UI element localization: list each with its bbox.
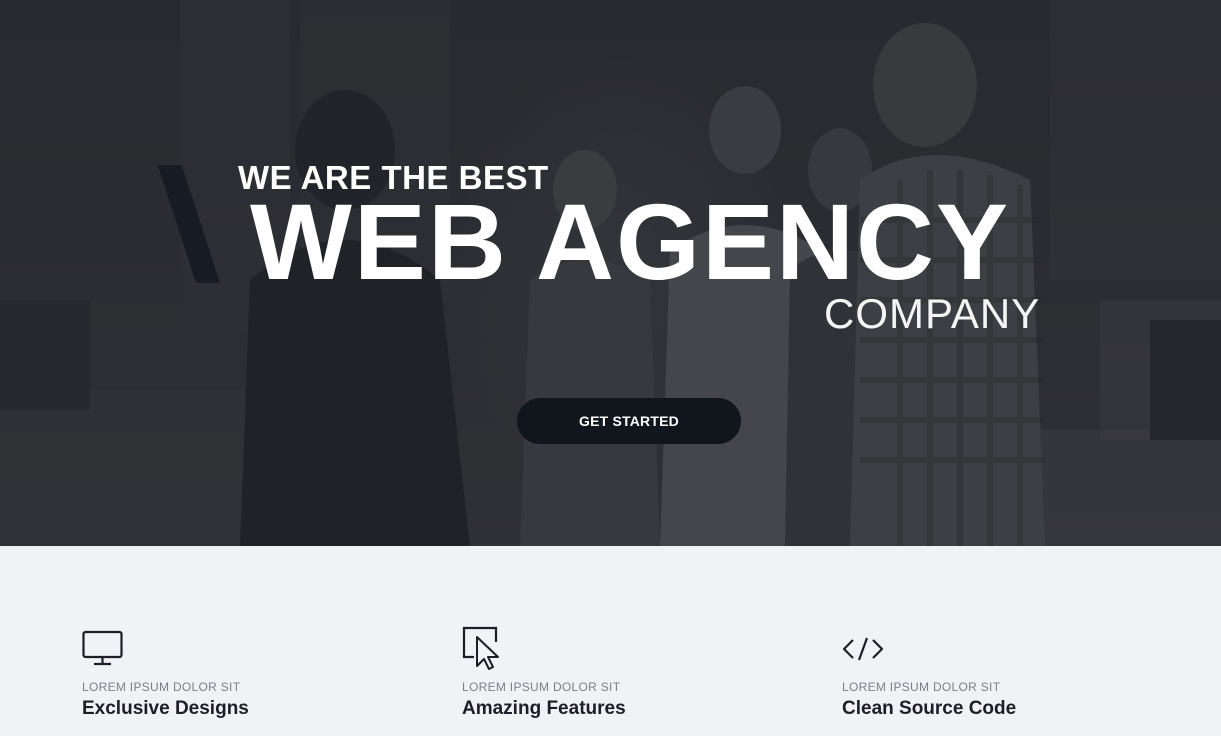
feature-title: Exclusive Designs — [82, 698, 249, 719]
feature-item: LOREM IPSUM DOLOR SIT Exclusive Designs — [82, 626, 412, 736]
feature-eyebrow: LOREM IPSUM DOLOR SIT — [462, 680, 621, 694]
hero-section: WE ARE THE BEST WEB AGENCY COMPANY GET S… — [0, 0, 1221, 546]
feature-item: LOREM IPSUM DOLOR SIT Clean Source Code — [842, 626, 1172, 736]
feature-item: LOREM IPSUM DOLOR SIT Amazing Features — [462, 626, 792, 736]
cursor-icon — [462, 626, 499, 670]
feature-title: Clean Source Code — [842, 698, 1017, 719]
code-icon — [842, 637, 884, 661]
feature-eyebrow: LOREM IPSUM DOLOR SIT — [842, 680, 1001, 694]
monitor-icon — [82, 630, 123, 666]
hero-subtitle: COMPANY — [824, 290, 1041, 337]
feature-title: Amazing Features — [462, 698, 626, 719]
features-section: LOREM IPSUM DOLOR SIT Exclusive Designs … — [0, 546, 1221, 734]
get-started-button[interactable]: GET STARTED — [517, 398, 741, 444]
feature-eyebrow: LOREM IPSUM DOLOR SIT — [82, 680, 241, 694]
hero-title: WEB AGENCY — [250, 181, 1011, 302]
